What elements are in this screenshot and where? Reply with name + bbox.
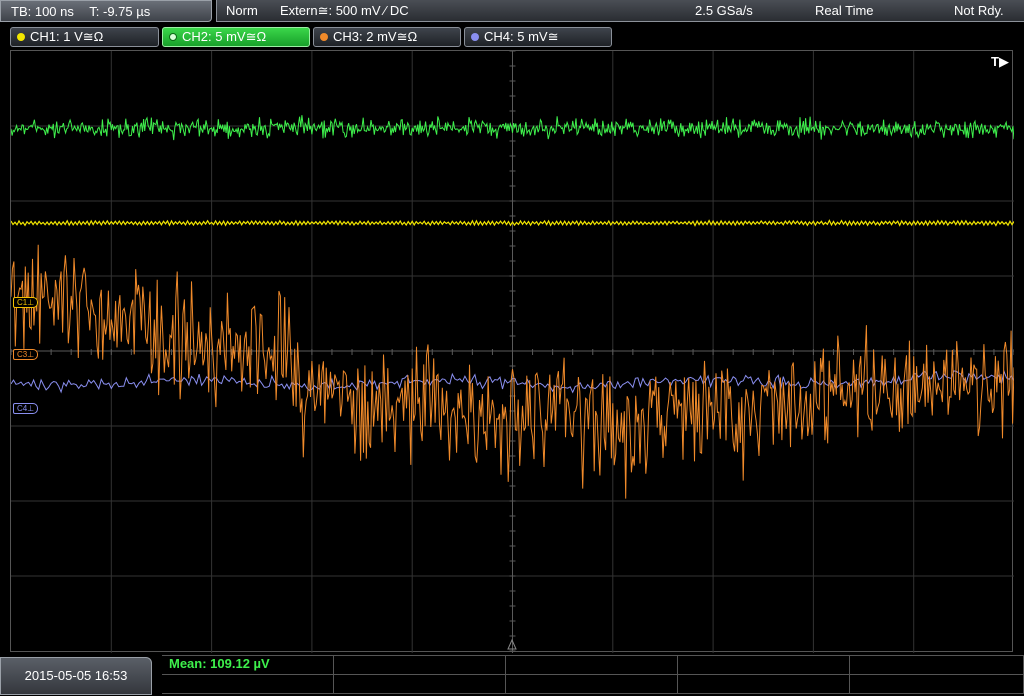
channel-2-dot-icon	[169, 33, 177, 41]
acquisition-mode: Real Time	[815, 3, 874, 18]
channel-1-dot-icon	[17, 33, 25, 41]
waveform-canvas	[11, 51, 1014, 653]
timebase-box[interactable]: TB: 100 ns T: -9.75 µs	[0, 0, 212, 22]
channel-4-tab[interactable]: CH4: 5 mV≅	[464, 27, 612, 47]
measurement-cell[interactable]	[506, 656, 678, 675]
measurement-cell[interactable]	[678, 656, 850, 675]
trigger-mode: Norm	[226, 3, 258, 18]
measurement-cell[interactable]	[678, 675, 850, 694]
measurement-cell[interactable]	[162, 675, 334, 694]
channel-3-tab[interactable]: CH3: 2 mV≅Ω	[313, 27, 461, 47]
measurement-cell[interactable]	[850, 675, 1024, 694]
trigger-source: Extern≅: 500 mV ⁄ DC	[280, 3, 409, 18]
channel-2-label: CH2: 5 mV≅Ω	[182, 29, 267, 44]
channel-4-label: CH4: 5 mV≅	[484, 29, 559, 44]
trigger-time-value: T: -9.75 µs	[89, 4, 151, 19]
footer: 2015-05-05 16:53 Mean: 109.12 µV	[0, 655, 1024, 695]
date-time: 2015-05-05 16:53	[0, 657, 152, 695]
acquisition-state: Not Rdy.	[954, 3, 1004, 18]
channel-4-dot-icon	[471, 33, 479, 41]
channel-3-offset-marker[interactable]: C3⊥	[13, 349, 39, 360]
graticule	[11, 51, 1014, 653]
measurement-mean: Mean: 109.12 µV	[169, 656, 270, 671]
channel-3-label: CH3: 2 mV≅Ω	[333, 29, 418, 44]
top-bar: TB: 100 ns T: -9.75 µs Norm Extern≅: 500…	[0, 0, 1024, 24]
channel-3-dot-icon	[320, 33, 328, 41]
channel-1-tab[interactable]: CH1: 1 V≅Ω	[10, 27, 159, 47]
status-bar[interactable]: Norm Extern≅: 500 mV ⁄ DC 2.5 GSa/s Real…	[216, 0, 1024, 22]
channel-1-label: CH1: 1 V≅Ω	[30, 29, 104, 44]
trigger-level-icon[interactable]: T▶	[991, 54, 1009, 70]
channel-4-offset-marker[interactable]: C4⊥	[13, 403, 39, 414]
waveform-display[interactable]: C1⊥ C3⊥ C4⊥ T▶	[10, 50, 1014, 653]
channel-1-offset-marker[interactable]: C1⊥	[13, 297, 39, 308]
measurement-cell[interactable]	[506, 675, 678, 694]
channel-bar: CH1: 1 V≅Ω CH2: 5 mV≅Ω CH3: 2 mV≅Ω CH4: …	[0, 25, 1024, 49]
measurement-cell[interactable]	[334, 675, 506, 694]
sample-rate: 2.5 GSa/s	[695, 3, 753, 18]
measurement-table[interactable]: Mean: 109.12 µV	[162, 655, 1024, 696]
timebase-value: TB: 100 ns	[11, 4, 74, 19]
measurement-cell[interactable]: Mean: 109.12 µV	[162, 656, 334, 675]
measurement-cell[interactable]	[334, 656, 506, 675]
channel-2-tab[interactable]: CH2: 5 mV≅Ω	[162, 27, 310, 47]
measurement-cell[interactable]	[850, 656, 1024, 675]
